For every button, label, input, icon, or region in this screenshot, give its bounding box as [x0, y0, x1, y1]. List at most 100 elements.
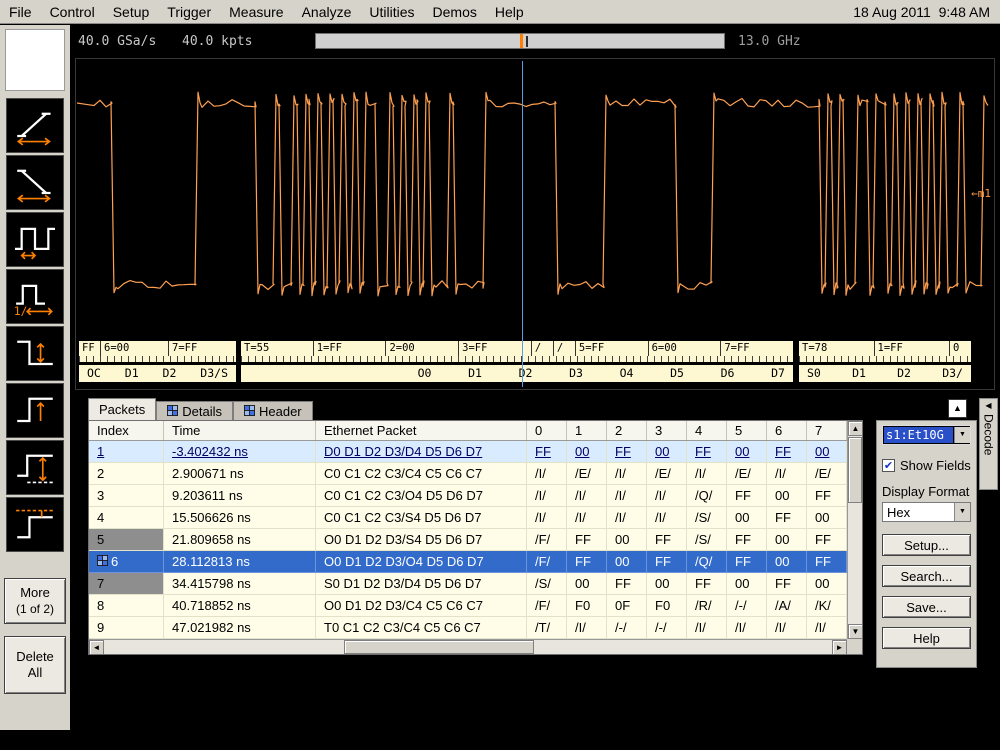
cell-byte-5: 00 [727, 507, 767, 529]
column-header-byte-0[interactable]: 0 [527, 421, 567, 440]
cell-index[interactable]: 2 [89, 463, 164, 485]
table-row[interactable]: 521.809658 nsO0 D1 D2 D3/S4 D5 D6 D7/F/F… [89, 529, 847, 551]
scroll-right-icon[interactable]: ► [832, 640, 847, 655]
cell-packet: O0 D1 D2 D3/C4 C5 C6 C7 [316, 595, 527, 617]
menu-item-help[interactable]: Help [486, 1, 533, 23]
scroll-left-icon[interactable]: ◄ [89, 640, 104, 655]
cell-byte-4: /Q/ [687, 551, 727, 573]
decode-lane-label: D3 [569, 365, 583, 382]
cell-byte-1: /E/ [567, 463, 607, 485]
table-row[interactable]: 628.112813 nsO0 D1 D2 D3/O4 D5 D6 D7/F/F… [89, 551, 847, 573]
display-format-label: Display Format [882, 484, 971, 499]
show-fields-checkbox[interactable]: ✔ Show Fields [882, 458, 971, 473]
cell-index[interactable]: 3 [89, 485, 164, 507]
decode-window-tab[interactable]: ◀ Decode [979, 398, 998, 490]
table-row[interactable]: 415.506626 nsC0 C1 C2 C3/S4 D5 D6 D7/I//… [89, 507, 847, 529]
scroll-to-top-button[interactable]: ▲ [948, 399, 967, 418]
chevron-down-icon[interactable]: ▼ [954, 503, 970, 521]
cell-byte-0: /I/ [527, 507, 567, 529]
vertical-scroll-thumb[interactable] [848, 437, 862, 503]
delete-label-1: Delete [5, 649, 65, 665]
delete-all-button[interactable]: Delete All [4, 636, 66, 694]
tool-rise-edge[interactable] [6, 383, 64, 438]
menu-item-utilities[interactable]: Utilities [360, 1, 423, 23]
cell-byte-2: /I/ [607, 463, 647, 485]
menu-item-control[interactable]: Control [41, 1, 104, 23]
rise-edge-icon [12, 391, 58, 431]
column-header-byte-6[interactable]: 6 [767, 421, 807, 440]
table-row[interactable]: 39.203611 nsC0 C1 C2 C3/O4 D5 D6 D7/I//I… [89, 485, 847, 507]
svg-text:1/: 1/ [14, 304, 27, 316]
menu-item-analyze[interactable]: Analyze [293, 1, 361, 23]
scroll-down-icon[interactable]: ▼ [848, 624, 863, 639]
menu-item-file[interactable]: File [0, 1, 41, 23]
tool-pulse-width[interactable] [6, 212, 64, 267]
column-header-byte-5[interactable]: 5 [727, 421, 767, 440]
cell-byte-6: 00 [767, 551, 807, 573]
cell-index[interactable]: 6 [89, 551, 164, 573]
column-header-time[interactable]: Time [164, 421, 316, 440]
help-button[interactable]: Help [882, 627, 971, 649]
table-row[interactable]: 840.718852 nsO0 D1 D2 D3/C4 C5 C6 C7/F/F… [89, 595, 847, 617]
decode-lane-label: D6 [721, 365, 735, 382]
tab-packets[interactable]: Packets [88, 398, 156, 420]
tab-header[interactable]: Header [233, 401, 313, 420]
tool-frequency[interactable]: 1/ [6, 269, 64, 324]
chevron-down-icon[interactable]: ▼ [954, 427, 970, 443]
decode-ruler [241, 356, 793, 362]
more-button[interactable]: More (1 of 2) [4, 578, 66, 624]
column-header-index[interactable]: Index [89, 421, 164, 440]
cell-index[interactable]: 9 [89, 617, 164, 639]
setup-button[interactable]: Setup... [882, 534, 971, 556]
column-header-byte-1[interactable]: 1 [567, 421, 607, 440]
column-header-byte-7[interactable]: 7 [807, 421, 847, 440]
cell-index[interactable]: 5 [89, 529, 164, 551]
tool-overshoot[interactable] [6, 497, 64, 552]
cell-byte-4: /S/ [687, 529, 727, 551]
menu-item-trigger[interactable]: Trigger [158, 1, 220, 23]
cell-index[interactable]: 1 [89, 441, 164, 463]
more-label: More [5, 585, 65, 601]
tool-rise-time[interactable] [6, 98, 64, 153]
column-header-byte-2[interactable]: 2 [607, 421, 647, 440]
decode-lane-label: D7 [771, 365, 785, 382]
source-select[interactable]: s1:Et10G ▼ [882, 425, 971, 445]
table-row[interactable]: 947.021982 nsT0 C1 C2 C3/C4 C5 C6 C7/T//… [89, 617, 847, 639]
decode-fields-row: T=781=FF0 [799, 341, 971, 356]
table-row[interactable]: 22.900671 nsC0 C1 C2 C3/C4 C5 C6 C7/I//E… [89, 463, 847, 485]
datetime-display: 18 Aug 2011 9:48 AM [853, 4, 1000, 20]
tool-fall-edge[interactable] [6, 326, 64, 381]
tool-amplitude[interactable] [6, 440, 64, 495]
save-button[interactable]: Save... [882, 596, 971, 618]
horizontal-scroll-thumb[interactable] [344, 640, 534, 654]
cell-index[interactable]: 7 [89, 573, 164, 595]
cell-index[interactable]: 8 [89, 595, 164, 617]
cell-byte-2: /I/ [607, 485, 647, 507]
column-header-ethernet-packet[interactable]: Ethernet Packet [316, 421, 527, 440]
menu-item-demos[interactable]: Demos [424, 1, 486, 23]
decode-field: 7=FF [168, 341, 236, 356]
decode-lane-label: S0 [807, 365, 821, 382]
table-row[interactable]: 734.415798 nsS0 D1 D2 D3/D4 D5 D6 D7/S/0… [89, 573, 847, 595]
decode-lane-label: D1 [852, 365, 866, 382]
column-header-byte-3[interactable]: 3 [647, 421, 687, 440]
table-row[interactable]: 1-3.402432 nsD0 D1 D2 D3/D4 D5 D6 D7FF00… [89, 441, 847, 463]
timebase-position-slider[interactable] [315, 33, 725, 49]
tool-fall-time[interactable] [6, 155, 64, 210]
cell-time: 34.415798 ns [164, 573, 316, 595]
menu-item-measure[interactable]: Measure [220, 1, 292, 23]
scroll-up-icon[interactable]: ▲ [848, 421, 863, 436]
cell-byte-3: /-/ [647, 617, 687, 639]
vertical-scrollbar[interactable]: ▲ ▼ [847, 421, 862, 639]
cell-index[interactable]: 4 [89, 507, 164, 529]
display-format-select[interactable]: Hex ▼ [882, 502, 971, 522]
cell-byte-1: /I/ [567, 617, 607, 639]
menu-item-setup[interactable]: Setup [104, 1, 159, 23]
tab-details[interactable]: Details [156, 401, 233, 420]
horizontal-scrollbar[interactable]: ◄ ► [89, 639, 847, 654]
column-header-byte-4[interactable]: 4 [687, 421, 727, 440]
search-button[interactable]: Search... [882, 565, 971, 587]
decode-tab-label: Decode [982, 414, 996, 455]
cell-byte-1: 00 [567, 573, 607, 595]
time-cursor[interactable] [522, 61, 523, 387]
